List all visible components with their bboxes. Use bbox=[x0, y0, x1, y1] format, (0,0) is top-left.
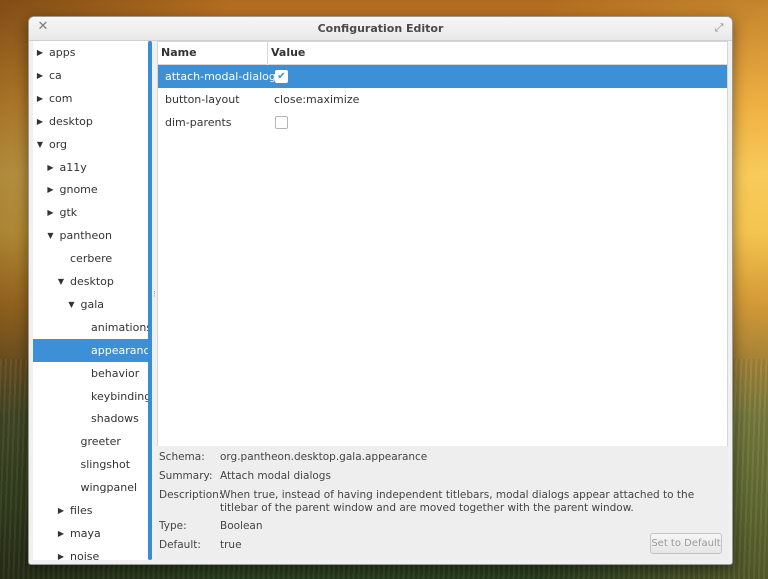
key-name: attach-modal-dialogs bbox=[165, 70, 282, 83]
tree-item-label: desktop bbox=[49, 114, 93, 128]
default-value: true bbox=[220, 539, 242, 551]
triangle-down-icon[interactable]: ▼ bbox=[67, 293, 77, 316]
value-checkbox[interactable] bbox=[275, 116, 288, 129]
triangle-down-icon[interactable]: ▼ bbox=[35, 133, 45, 156]
tree-item-label: greeter bbox=[80, 435, 121, 449]
triangle-right-icon[interactable]: ▶ bbox=[46, 178, 56, 201]
triangle-right-icon[interactable]: ▶ bbox=[56, 499, 66, 522]
config-editor-window: ✕ Configuration Editor ⤢ ▶ apps ▶ ca ▶ com ▶ de… bbox=[28, 16, 733, 565]
tree-item-gtk[interactable]: ▶ gtk bbox=[33, 201, 151, 224]
triangle-right-icon[interactable]: ▶ bbox=[56, 522, 66, 545]
tree-item-slingshot[interactable]: slingshot bbox=[33, 453, 151, 476]
key-name: dim-parents bbox=[165, 116, 232, 129]
triangle-right-icon[interactable]: ▶ bbox=[46, 201, 56, 224]
tree-item-label: keybindings bbox=[91, 389, 151, 403]
tree-item-label: gala bbox=[80, 297, 105, 311]
key-value[interactable]: close:maximize bbox=[274, 88, 359, 111]
triangle-right-icon[interactable]: ▶ bbox=[35, 110, 45, 133]
triangle-down-icon[interactable]: ▼ bbox=[46, 224, 56, 247]
column-header-value-label: Value bbox=[271, 46, 306, 59]
tree-item-label: animations bbox=[91, 320, 151, 334]
tree-scrollbar-thumb[interactable] bbox=[148, 41, 152, 560]
table-row[interactable]: button-layout close:maximize bbox=[158, 88, 727, 111]
summary-value: Attach modal dialogs bbox=[220, 470, 331, 482]
triangle-right-icon[interactable]: ▶ bbox=[35, 87, 45, 110]
checkmark-icon: ✔ bbox=[277, 71, 286, 82]
schema-label: Schema: bbox=[159, 451, 205, 463]
tree-item-com[interactable]: ▶ com bbox=[33, 87, 151, 110]
tree-item-gala[interactable]: ▼ gala bbox=[33, 293, 151, 316]
tree-item-shadows[interactable]: shadows bbox=[33, 407, 151, 430]
tree-item-label: gnome bbox=[59, 183, 98, 197]
column-header-value[interactable]: Value bbox=[268, 42, 727, 65]
tree-item-apps[interactable]: ▶ apps bbox=[33, 41, 151, 64]
tree-scrollbar[interactable] bbox=[148, 41, 152, 560]
tree-item-label: slingshot bbox=[80, 458, 131, 472]
table-row[interactable]: attach-modal-dialogs ✔ bbox=[158, 65, 727, 88]
tree-item-ca[interactable]: ▶ ca bbox=[33, 64, 151, 87]
pane-resize-handle[interactable]: ⁝ bbox=[153, 287, 156, 303]
tree-item-label: maya bbox=[70, 526, 101, 540]
triangle-down-icon[interactable]: ▼ bbox=[56, 270, 66, 293]
value-checkbox[interactable]: ✔ bbox=[275, 70, 288, 83]
tree-item-files[interactable]: ▶ files bbox=[33, 499, 151, 522]
tree-item-a11y[interactable]: ▶ a11y bbox=[33, 156, 151, 179]
tree-item-label: org bbox=[49, 137, 68, 151]
schema-tree[interactable]: ▶ apps ▶ ca ▶ com ▶ desktop ▼ org ▶ a11y ▶ gnome ▶ gtk ▼… bbox=[33, 41, 151, 560]
tree-item-noise[interactable]: ▶ noise bbox=[33, 545, 151, 560]
table-row[interactable]: dim-parents bbox=[158, 111, 727, 134]
tree-item-org[interactable]: ▼ org bbox=[33, 133, 151, 156]
schema-value: org.pantheon.desktop.gala.appearance bbox=[220, 451, 428, 463]
tree-item-desktop[interactable]: ▼ desktop bbox=[33, 270, 151, 293]
tree-item-label: gtk bbox=[59, 206, 78, 220]
tree-item-label: a11y bbox=[59, 160, 87, 174]
tree-item-behavior[interactable]: behavior bbox=[33, 362, 151, 385]
tree-item-gnome[interactable]: ▶ gnome bbox=[33, 178, 151, 201]
tree-item-label: desktop bbox=[70, 275, 114, 288]
key-name: button-layout bbox=[165, 93, 240, 106]
tree-item-label: behavior bbox=[91, 366, 140, 380]
maximize-icon[interactable]: ⤢ bbox=[712, 21, 726, 35]
summary-label: Summary: bbox=[159, 470, 213, 482]
key-details: Schema: org.pantheon.desktop.gala.appear… bbox=[157, 446, 728, 560]
triangle-right-icon[interactable]: ▶ bbox=[56, 545, 66, 560]
type-label: Type: bbox=[159, 520, 187, 532]
column-header-name[interactable]: Name bbox=[158, 42, 267, 65]
tree-item-label: apps bbox=[49, 46, 76, 59]
default-label: Default: bbox=[159, 539, 201, 551]
tree-item-animations[interactable]: animations bbox=[33, 316, 151, 339]
tree-item-maya[interactable]: ▶ maya bbox=[33, 522, 151, 545]
tree-item-wingpanel[interactable]: wingpanel bbox=[33, 476, 151, 499]
tree-item-appearance[interactable]: appearance bbox=[33, 338, 151, 362]
tree-item-cerbere[interactable]: cerbere bbox=[33, 247, 151, 270]
tree-item-label: shadows bbox=[91, 412, 139, 426]
tree-item-label: cerbere bbox=[70, 252, 113, 266]
tree-item-label: files bbox=[70, 504, 93, 517]
tree-item-label: com bbox=[49, 91, 73, 105]
tree-item-desktop[interactable]: ▶ desktop bbox=[33, 110, 151, 133]
tree-item-label: ca bbox=[49, 68, 62, 82]
description-label: Description: bbox=[159, 489, 223, 501]
tree-item-label: appearance bbox=[91, 343, 151, 357]
set-to-default-button[interactable]: Set to Default bbox=[650, 533, 722, 554]
description-value: When true, instead of having independent… bbox=[220, 489, 695, 514]
window-title: Configuration Editor bbox=[317, 22, 444, 35]
tree-item-label: wingpanel bbox=[80, 481, 138, 495]
keys-table[interactable]: Name Value attach-modal-dialogs ✔ button-l… bbox=[157, 41, 728, 447]
triangle-right-icon[interactable]: ▶ bbox=[46, 156, 56, 179]
tree-item-label: noise bbox=[70, 549, 100, 560]
tree-item-pantheon[interactable]: ▼ pantheon bbox=[33, 224, 151, 247]
tree-item-greeter[interactable]: greeter bbox=[33, 430, 151, 453]
triangle-right-icon[interactable]: ▶ bbox=[35, 64, 45, 87]
tree-item-label: pantheon bbox=[59, 229, 112, 243]
column-header-name-label: Name bbox=[161, 46, 197, 59]
triangle-right-icon[interactable]: ▶ bbox=[35, 41, 45, 64]
type-value: Boolean bbox=[220, 520, 263, 532]
tree-item-keybindings[interactable]: keybindings bbox=[33, 385, 151, 408]
titlebar[interactable]: ✕ Configuration Editor ⤢ bbox=[29, 17, 732, 41]
